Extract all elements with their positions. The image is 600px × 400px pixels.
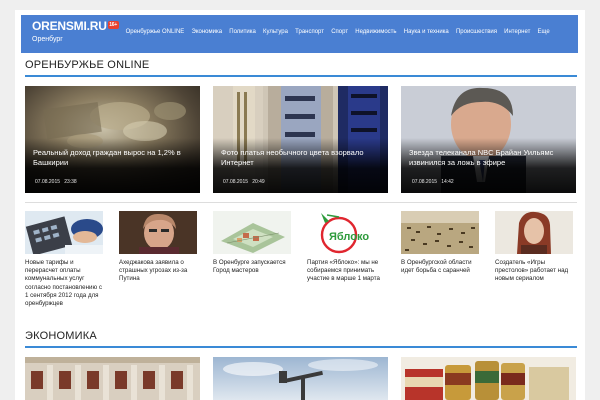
- featured-card-nbc[interactable]: Звезда телеканала NBC Брайан Уильямс изв…: [401, 86, 576, 193]
- featured-title[interactable]: Фото платья необычного цвета взорвало Ин…: [221, 148, 380, 168]
- time-text: 20:49: [252, 179, 265, 185]
- date-text: 07.08.2015: [223, 179, 249, 185]
- section-divider: [25, 346, 577, 348]
- economy-image-cans[interactable]: [401, 357, 576, 400]
- calculator-image: [25, 211, 103, 254]
- news-item-yabloko[interactable]: Яблоко Партия «Яблоко»: мы не собираемся…: [307, 211, 385, 284]
- age-badge: 16+: [107, 21, 119, 29]
- site-header: ORENSMI.RU 16+ Оренбург Оренбуржье ONLINE…: [21, 15, 578, 53]
- news-item-akhedzhakova[interactable]: Ахеджакова заявила о страшных угрозах из…: [119, 211, 197, 284]
- news-item-masters-city[interactable]: В Оренбурге запускается Город мастеров: [213, 211, 291, 275]
- featured-date: 07.08.2015 23:38: [35, 179, 77, 185]
- economy-image-oil[interactable]: [213, 357, 388, 400]
- news-thumbnail: [213, 211, 291, 254]
- canned-food-image: [401, 357, 576, 400]
- town-plan-image: [213, 211, 291, 254]
- nav-item-internet[interactable]: Интернет: [501, 29, 534, 35]
- time-text: 14:42: [441, 179, 454, 185]
- nav-item-economy[interactable]: Экономика: [188, 29, 226, 35]
- news-headline[interactable]: В Оренбурге запускается Город мастеров: [213, 259, 291, 275]
- economy-image-building[interactable]: [25, 357, 200, 400]
- woman-portrait-image: [119, 211, 197, 254]
- oil-pump-image: [213, 357, 388, 400]
- nav-item-more[interactable]: Еще: [534, 29, 553, 35]
- city-label[interactable]: Оренбург: [32, 36, 63, 43]
- site-logo[interactable]: ORENSMI.RU 16+: [32, 19, 119, 33]
- section-divider: [25, 75, 577, 77]
- nav-item-politics[interactable]: Политика: [226, 29, 260, 35]
- building-facade-image: [25, 357, 200, 400]
- nav-item-sport[interactable]: Спорт: [328, 29, 352, 35]
- news-item-locusts[interactable]: В Оренбургской области идет борьба с сар…: [401, 211, 479, 275]
- nav-item-online[interactable]: Оренбуржье ONLINE: [122, 29, 188, 35]
- featured-title[interactable]: Реальный доход граждан вырос на 1,2% в Б…: [33, 148, 192, 168]
- news-headline[interactable]: Создатель «Игры престолов» работает над …: [495, 259, 573, 284]
- news-thumbnail: Яблоко: [307, 211, 385, 254]
- date-text: 07.08.2015: [35, 179, 61, 185]
- nav-item-transport[interactable]: Транспорт: [292, 29, 328, 35]
- time-text: 23:38: [64, 179, 77, 185]
- section-title-online[interactable]: ОРЕНБУРЖЬЕ ONLINE: [25, 59, 149, 71]
- news-headline[interactable]: Новые тарифы и перерасчет оплаты коммуна…: [25, 259, 103, 308]
- featured-date: 07.08.2015 14:42: [412, 179, 454, 185]
- row-divider: [25, 202, 577, 203]
- logo-text[interactable]: ORENSMI.RU: [32, 19, 107, 33]
- section-title-economy[interactable]: ЭКОНОМИКА: [25, 330, 97, 342]
- news-thumbnail: [25, 211, 103, 254]
- news-item-tariffs[interactable]: Новые тарифы и перерасчет оплаты коммуна…: [25, 211, 103, 308]
- featured-card-income[interactable]: Реальный доход граждан вырос на 1,2% в Б…: [25, 86, 200, 193]
- featured-card-dress[interactable]: Фото платья необычного цвета взорвало Ин…: [213, 86, 388, 193]
- news-headline[interactable]: В Оренбургской области идет борьба с сар…: [401, 259, 479, 275]
- main-nav: Оренбуржье ONLINE Экономика Политика Кул…: [122, 29, 553, 35]
- locust-field-image: [401, 211, 479, 254]
- nav-item-realty[interactable]: Недвижимость: [352, 29, 400, 35]
- yabloko-logo-image: Яблоко: [307, 211, 385, 254]
- yabloko-wordmark: Яблоко: [329, 231, 369, 243]
- actress-portrait-image: [495, 211, 573, 254]
- nav-item-science[interactable]: Наука и техника: [400, 29, 452, 35]
- nav-item-culture[interactable]: Культура: [259, 29, 291, 35]
- news-headline[interactable]: Партия «Яблоко»: мы не собираемся приним…: [307, 259, 385, 284]
- featured-title[interactable]: Звезда телеканала NBC Брайан Уильямс изв…: [409, 148, 568, 168]
- news-thumbnail: [119, 211, 197, 254]
- news-item-got-creator[interactable]: Создатель «Игры престолов» работает над …: [495, 211, 573, 284]
- date-text: 07.08.2015: [412, 179, 438, 185]
- featured-date: 07.08.2015 20:49: [223, 179, 265, 185]
- page-container: ORENSMI.RU 16+ Оренбург Оренбуржье ONLINE…: [15, 10, 585, 400]
- news-headline[interactable]: Ахеджакова заявила о страшных угрозах из…: [119, 259, 197, 284]
- nav-item-incidents[interactable]: Происшествия: [452, 29, 500, 35]
- news-thumbnail: [495, 211, 573, 254]
- news-thumbnail: [401, 211, 479, 254]
